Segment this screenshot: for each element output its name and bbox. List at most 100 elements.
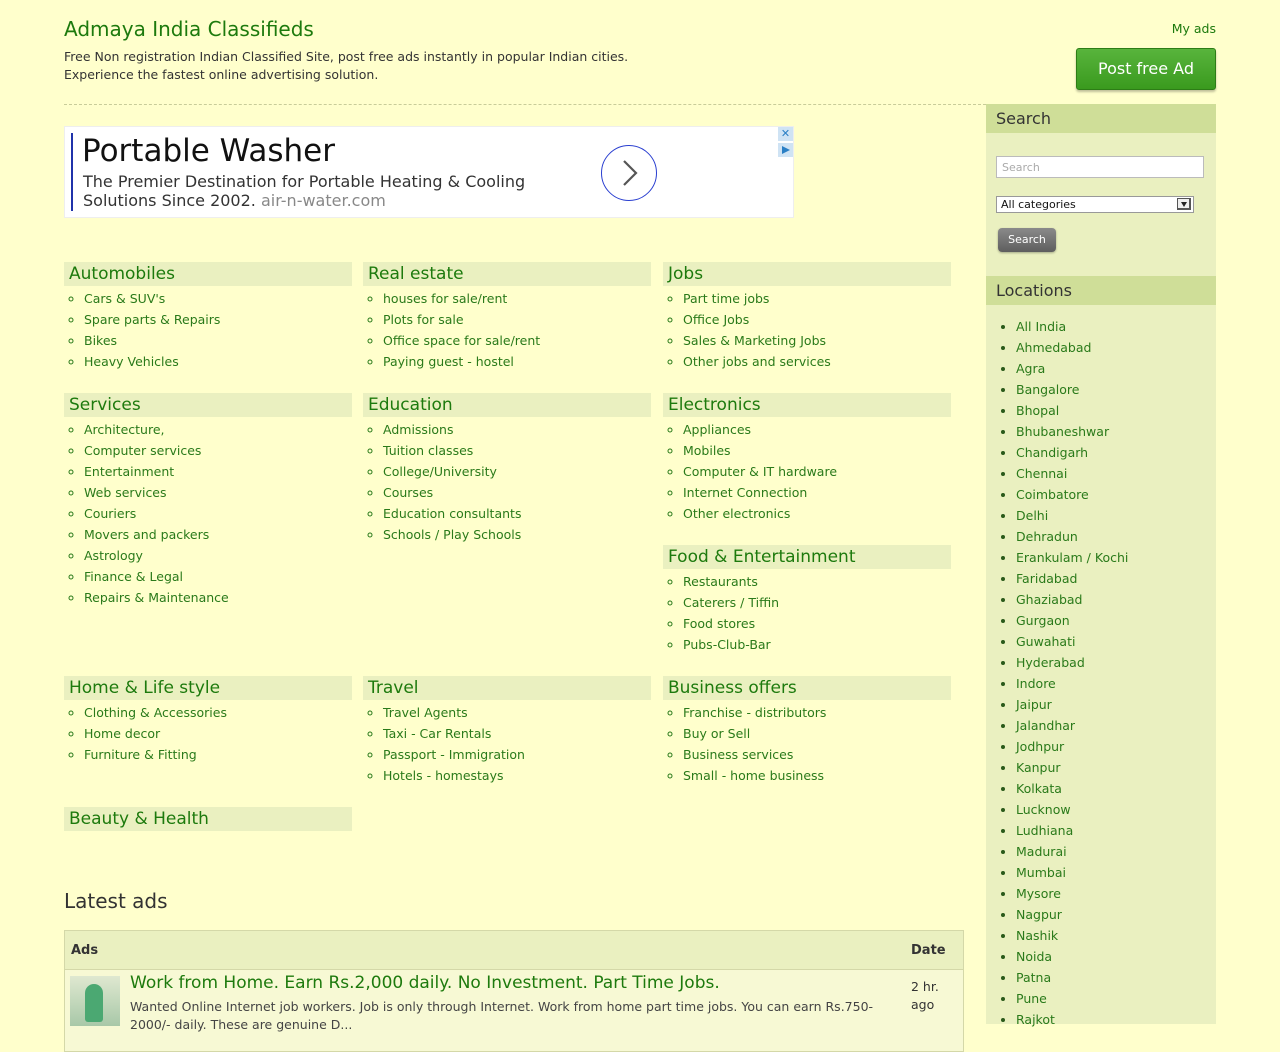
subcategory-link[interactable]: Finance & Legal [84,566,352,587]
subcategory-link[interactable]: Couriers [84,503,352,524]
location-link[interactable]: Hyderabad [1016,652,1128,673]
advert-url[interactable]: air-n-water.com [261,191,386,210]
location-link[interactable]: Bhopal [1016,400,1128,421]
subcategory-link[interactable]: Cars & SUV's [84,288,352,309]
subcategory-link[interactable]: Passport - Immigration [383,744,651,765]
location-link[interactable]: Nagpur [1016,904,1128,925]
subcategory-link[interactable]: Astrology [84,545,352,566]
location-link[interactable]: Jaipur [1016,694,1128,715]
location-link[interactable]: Gurgaon [1016,610,1128,631]
subcategory-link[interactable]: Other electronics [683,503,951,524]
subcategory-link[interactable]: Tuition classes [383,440,651,461]
category-heading[interactable]: Electronics [663,393,951,417]
subcategory-link[interactable]: Small - home business [683,765,951,786]
subcategory-link[interactable]: Appliances [683,419,951,440]
post-free-ad-button[interactable]: Post free Ad [1076,48,1216,90]
category-select[interactable]: All categories [996,196,1194,213]
subcategory-link[interactable]: Hotels - homestays [383,765,651,786]
subcategory-link[interactable]: Web services [84,482,352,503]
subcategory-link[interactable]: College/University [383,461,651,482]
subcategory-link[interactable]: Furniture & Fitting [84,744,352,765]
location-link[interactable]: Chennai [1016,463,1128,484]
subcategory-link[interactable]: Travel Agents [383,702,651,723]
subcategory-link[interactable]: Other jobs and services [683,351,951,372]
location-link[interactable]: Noida [1016,946,1128,967]
location-link[interactable]: Erankulam / Kochi [1016,547,1128,568]
advert-banner[interactable]: Portable Washer The Premier Destination … [64,126,794,218]
location-link[interactable]: Patna [1016,967,1128,988]
subcategory-link[interactable]: Architecture, [84,419,352,440]
category-heading[interactable]: Jobs [663,262,951,286]
subcategory-link[interactable]: Part time jobs [683,288,951,309]
site-title-link[interactable]: Admaya India Classifieds [64,17,314,41]
subcategory-link[interactable]: Internet Connection [683,482,951,503]
location-link[interactable]: Jodhpur [1016,736,1128,757]
subcategory-link[interactable]: Caterers / Tiffin [683,592,951,613]
location-link[interactable]: Delhi [1016,505,1128,526]
location-link[interactable]: Faridabad [1016,568,1128,589]
ad-title-link[interactable]: Work from Home. Earn Rs.2,000 daily. No … [130,973,720,993]
subcategory-link[interactable]: Heavy Vehicles [84,351,352,372]
category-heading[interactable]: Beauty & Health [64,807,352,831]
subcategory-link[interactable]: Education consultants [383,503,651,524]
location-link[interactable]: Kolkata [1016,778,1128,799]
location-link[interactable]: Dehradun [1016,526,1128,547]
subcategory-link[interactable]: Clothing & Accessories [84,702,352,723]
table-row[interactable]: Work from Home. Earn Rs.2,000 daily. No … [65,970,963,1050]
ad-thumbnail[interactable] [70,976,120,1026]
subcategory-link[interactable]: Office space for sale/rent [383,330,651,351]
close-icon[interactable]: ✕ [778,127,793,141]
location-link[interactable]: Ahmedabad [1016,337,1128,358]
subcategory-link[interactable]: Repairs & Maintenance [84,587,352,608]
adchoices-icon[interactable] [778,143,793,157]
subcategory-link[interactable]: Pubs-Club-Bar [683,634,951,655]
subcategory-link[interactable]: Admissions [383,419,651,440]
location-link[interactable]: Chandigarh [1016,442,1128,463]
category-heading[interactable]: Automobiles [64,262,352,286]
category-heading[interactable]: Real estate [363,262,651,286]
search-button[interactable]: Search [998,228,1056,252]
subcategory-link[interactable]: Paying guest - hostel [383,351,651,372]
subcategory-link[interactable]: Computer services [84,440,352,461]
subcategory-link[interactable]: Food stores [683,613,951,634]
location-link[interactable]: Jalandhar [1016,715,1128,736]
location-link[interactable]: Lucknow [1016,799,1128,820]
subcategory-link[interactable]: Bikes [84,330,352,351]
location-link[interactable]: Guwahati [1016,631,1128,652]
subcategory-link[interactable]: Entertainment [84,461,352,482]
subcategory-link[interactable]: Restaurants [683,571,951,592]
advert-title[interactable]: Portable Washer [82,133,335,169]
location-link[interactable]: Kanpur [1016,757,1128,778]
subcategory-link[interactable]: Schools / Play Schools [383,524,651,545]
subcategory-link[interactable]: Sales & Marketing Jobs [683,330,951,351]
chevron-down-icon[interactable] [1177,198,1191,210]
location-link[interactable]: Madurai [1016,841,1128,862]
subcategory-link[interactable]: Courses [383,482,651,503]
location-link[interactable]: Ghaziabad [1016,589,1128,610]
category-heading[interactable]: Education [363,393,651,417]
location-link[interactable]: Ludhiana [1016,820,1128,841]
category-heading[interactable]: Home & Life style [64,676,352,700]
category-heading[interactable]: Business offers [663,676,951,700]
category-heading[interactable]: Services [64,393,352,417]
subcategory-link[interactable]: Computer & IT hardware [683,461,951,482]
subcategory-link[interactable]: Mobiles [683,440,951,461]
subcategory-link[interactable]: Spare parts & Repairs [84,309,352,330]
subcategory-link[interactable]: Plots for sale [383,309,651,330]
location-link[interactable]: Agra [1016,358,1128,379]
location-link[interactable]: Pune [1016,988,1128,1009]
search-input[interactable] [996,156,1204,178]
subcategory-link[interactable]: Taxi - Car Rentals [383,723,651,744]
my-ads-link[interactable]: My ads [1172,21,1216,36]
category-heading[interactable]: Food & Entertainment [663,545,951,569]
subcategory-link[interactable]: Office Jobs [683,309,951,330]
location-link[interactable]: Bangalore [1016,379,1128,400]
subcategory-link[interactable]: Movers and packers [84,524,352,545]
location-link[interactable]: Mysore [1016,883,1128,904]
location-link[interactable]: Rajkot [1016,1009,1128,1030]
location-link[interactable]: Indore [1016,673,1128,694]
advert-arrow-button[interactable] [601,145,657,201]
location-link[interactable]: Mumbai [1016,862,1128,883]
subcategory-link[interactable]: houses for sale/rent [383,288,651,309]
subcategory-link[interactable]: Business services [683,744,951,765]
